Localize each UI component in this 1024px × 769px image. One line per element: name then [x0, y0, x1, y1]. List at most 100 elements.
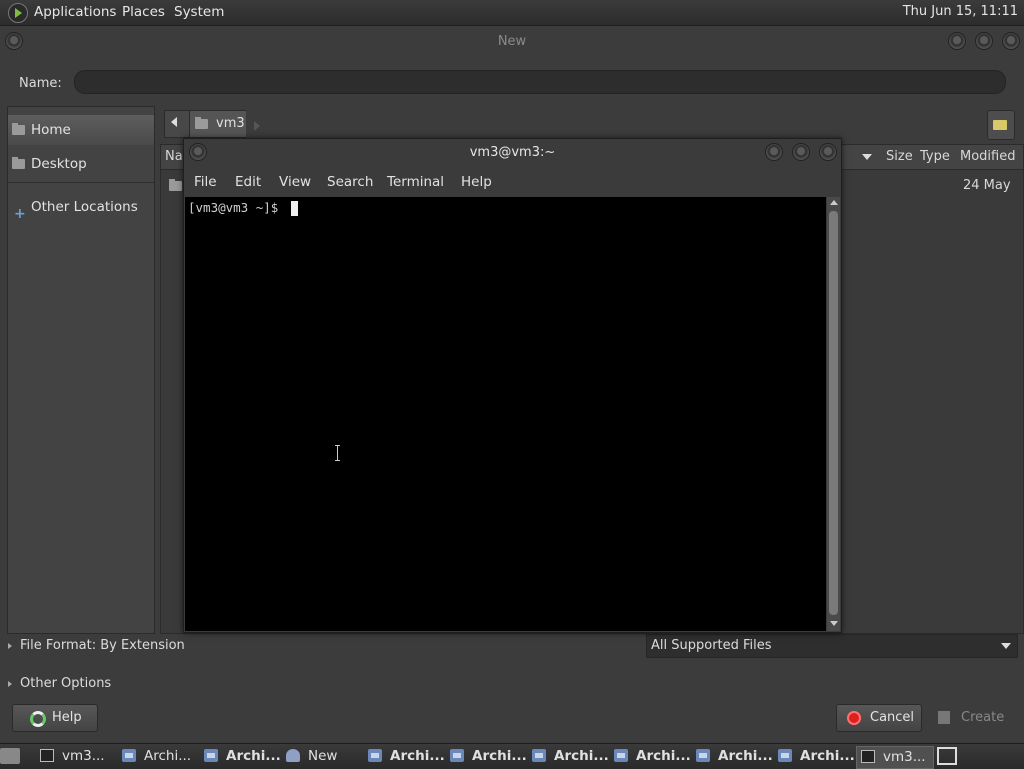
task-archive[interactable]: Archi...: [532, 746, 610, 767]
clock[interactable]: Thu Jun 15, 11:11: [903, 4, 1018, 19]
terminal-title: vm3@vm3:~: [469, 145, 556, 160]
ibeam-cursor-icon: [335, 445, 341, 461]
chevron-down-icon: [1001, 643, 1011, 649]
desktop-folder-icon: [12, 157, 25, 169]
sort-down-icon: [862, 154, 872, 160]
terminal-scrollbar[interactable]: [827, 197, 840, 631]
lifebuoy-icon: [30, 711, 46, 727]
create-button[interactable]: Create: [927, 704, 1017, 732]
distro-logo-icon[interactable]: [8, 3, 28, 23]
text-cursor: [291, 201, 298, 216]
workspace-switcher[interactable]: [937, 747, 957, 765]
sidebar-separator: [8, 182, 154, 183]
dialog-title: New: [497, 34, 527, 49]
row-modified[interactable]: 24 May: [963, 178, 1011, 193]
task-label: vm3...: [62, 748, 105, 764]
task-label: Archi...: [390, 748, 445, 764]
show-desktop-icon[interactable]: [0, 748, 20, 764]
name-label: Name:: [19, 76, 62, 91]
task-label: Archi...: [144, 748, 192, 764]
menu-view[interactable]: View: [279, 174, 311, 190]
task-archive[interactable]: Archi...: [614, 746, 692, 767]
scrollbar-thumb[interactable]: [829, 211, 838, 615]
menu-terminal[interactable]: Terminal: [387, 174, 444, 190]
close-button[interactable]: [819, 143, 837, 161]
places-sidebar: Home Desktop + Other Locations: [7, 106, 155, 634]
scroll-down-icon[interactable]: [830, 621, 838, 626]
archive-icon: [778, 749, 792, 762]
help-button-label: Help: [52, 710, 82, 725]
archive-icon: [614, 749, 628, 762]
scroll-up-icon[interactable]: [830, 200, 838, 205]
other-options-expander[interactable]: Other Options: [8, 676, 111, 691]
cancel-button[interactable]: Cancel: [836, 704, 922, 732]
task-archive[interactable]: Archi...: [122, 746, 200, 767]
path-forward-arrow-icon[interactable]: [254, 121, 260, 131]
sidebar-item-other-locations[interactable]: + Other Locations: [8, 192, 154, 222]
folder-icon: [169, 179, 182, 191]
archive-icon: [696, 749, 710, 762]
column-size[interactable]: Size: [886, 149, 913, 164]
sidebar-item-desktop[interactable]: Desktop: [8, 149, 154, 179]
home-folder-icon: [12, 123, 25, 135]
menu-file[interactable]: File: [194, 174, 217, 190]
file-format-label: File Format: By Extension: [20, 638, 185, 653]
home-folder-icon: [195, 117, 208, 129]
sidebar-item-label: Other Locations: [31, 199, 138, 215]
column-name[interactable]: Na: [165, 149, 183, 164]
plus-icon: +: [14, 206, 26, 222]
column-type[interactable]: Type: [920, 149, 950, 164]
task-label: Archi...: [718, 748, 773, 764]
new-doc-icon: [286, 749, 300, 762]
places-menu[interactable]: Places: [122, 4, 165, 20]
task-label: Archi...: [800, 748, 855, 764]
menu-edit[interactable]: Edit: [235, 174, 261, 190]
task-archive[interactable]: Archi...: [450, 746, 528, 767]
applications-menu[interactable]: Applications: [34, 4, 116, 20]
sidebar-item-label: Home: [31, 122, 71, 138]
archive-icon: [450, 749, 464, 762]
name-input[interactable]: [74, 70, 1006, 94]
file-filter-select[interactable]: All Supported Files: [646, 634, 1018, 658]
path-back-arrow-icon[interactable]: [171, 117, 177, 127]
menu-help[interactable]: Help: [461, 174, 492, 190]
close-button[interactable]: [1002, 32, 1020, 50]
filter-value: All Supported Files: [651, 638, 772, 653]
breadcrumb-vm3[interactable]: vm3: [189, 111, 246, 137]
expander-arrow-icon: [8, 642, 12, 649]
column-modified[interactable]: Modified: [960, 149, 1015, 164]
sidebar-item-home[interactable]: Home: [8, 115, 154, 145]
task-archive[interactable]: Archi...: [778, 746, 856, 767]
sidebar-item-label: Desktop: [31, 156, 87, 172]
maximize-button[interactable]: [975, 32, 993, 50]
create-button-label: Create: [961, 710, 1005, 725]
file-format-expander[interactable]: File Format: By Extension: [8, 638, 185, 653]
minimize-button[interactable]: [765, 143, 783, 161]
task-archive[interactable]: Archi...: [368, 746, 446, 767]
path-bar: vm3: [164, 110, 246, 138]
minimize-button[interactable]: [948, 32, 966, 50]
expander-arrow-icon: [8, 680, 12, 687]
terminal-icon: [861, 750, 875, 763]
help-button[interactable]: Help: [12, 704, 98, 732]
terminal-screen[interactable]: [vm3@vm3 ~]$: [185, 197, 826, 631]
bottom-panel: vm3... Archi... Archi... New Archi... Ar…: [0, 743, 1024, 769]
task-terminal-active[interactable]: vm3...: [856, 746, 934, 769]
task-archive[interactable]: Archi...: [696, 746, 774, 767]
task-terminal[interactable]: vm3...: [40, 746, 118, 767]
cancel-button-label: Cancel: [870, 710, 915, 725]
maximize-button[interactable]: [792, 143, 810, 161]
task-new-dialog[interactable]: New: [286, 746, 364, 767]
create-folder-button[interactable]: [987, 110, 1015, 140]
task-label: New: [308, 748, 338, 764]
breadcrumb-label: vm3: [216, 116, 245, 131]
task-label: Archi...: [636, 748, 691, 764]
task-archive[interactable]: Archi...: [204, 746, 282, 767]
archive-icon: [204, 749, 218, 762]
menu-search[interactable]: Search: [327, 174, 373, 190]
archive-icon: [122, 749, 136, 762]
archive-icon: [532, 749, 546, 762]
system-menu[interactable]: System: [174, 4, 224, 20]
shell-prompt: [vm3@vm3 ~]$: [188, 200, 286, 215]
terminal-window[interactable]: vm3@vm3:~ File Edit View Search Terminal…: [183, 138, 842, 633]
